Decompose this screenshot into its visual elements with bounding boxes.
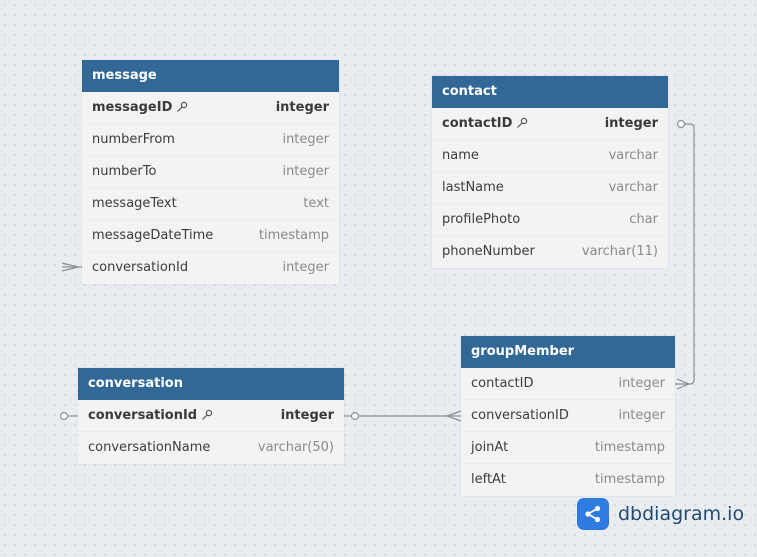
field-name: numberTo [92, 164, 157, 179]
field-type: integer [280, 408, 334, 423]
field-row[interactable]: joinAt timestamp [461, 432, 675, 464]
field-type: integer [282, 164, 329, 179]
field-row[interactable]: messageID integer [82, 92, 339, 124]
relation-contact-groupmember[interactable] [675, 119, 695, 390]
table-contact[interactable]: contact contactID integer name varchar l… [432, 76, 668, 268]
field-row[interactable]: lastName varchar [432, 172, 668, 204]
field-type: integer [618, 408, 665, 423]
field-name: name [442, 148, 479, 163]
relation-message-conversation[interactable] [61, 262, 82, 272]
key-icon [201, 402, 213, 434]
table-header[interactable]: conversation [78, 368, 344, 400]
table-message[interactable]: message messageID integer numberFrom int… [82, 60, 339, 284]
field-row[interactable]: contactID integer [461, 368, 675, 400]
field-name: conversationId [92, 260, 189, 275]
field-type: integer [275, 100, 329, 115]
key-icon [176, 94, 188, 126]
table-header[interactable]: contact [432, 76, 668, 108]
field-row[interactable]: messageDateTime timestamp [82, 220, 339, 252]
field-name: profilePhoto [442, 212, 521, 227]
brand-watermark[interactable]: dbdiagram.io [577, 498, 744, 530]
table-header[interactable]: groupMember [461, 336, 675, 368]
field-row[interactable]: conversationId integer [82, 252, 339, 284]
field-name: conversationName [88, 440, 211, 455]
field-type: timestamp [258, 228, 329, 243]
field-type: integer [282, 260, 329, 275]
table-conversation[interactable]: conversation conversationId integer conv… [78, 368, 344, 464]
field-type: timestamp [594, 472, 665, 487]
field-row[interactable]: conversationName varchar(50) [78, 432, 344, 464]
field-name: messageID [92, 100, 173, 115]
field-row[interactable]: contactID integer [432, 108, 668, 140]
field-row[interactable]: name varchar [432, 140, 668, 172]
field-row[interactable]: profilePhoto char [432, 204, 668, 236]
relation-conversation-groupmember[interactable] [344, 410, 462, 422]
field-name: lastName [442, 180, 504, 195]
field-row[interactable]: phoneNumber varchar(11) [432, 236, 668, 268]
field-name: contactID [471, 376, 534, 391]
field-row[interactable]: messageText text [82, 188, 339, 220]
field-name: conversationID [471, 408, 569, 423]
field-type: integer [604, 116, 658, 131]
field-row[interactable]: leftAt timestamp [461, 464, 675, 496]
field-name: leftAt [471, 472, 506, 487]
share-icon [577, 498, 609, 530]
field-name: messageText [92, 196, 177, 211]
relation-conversation-left-stub[interactable] [59, 411, 79, 421]
field-row[interactable]: numberFrom integer [82, 124, 339, 156]
field-type: integer [282, 132, 329, 147]
brand-name: dbdiagram.io [618, 503, 745, 525]
field-type: integer [618, 376, 665, 391]
field-type: varchar [608, 180, 658, 195]
field-name: conversationId [88, 408, 198, 423]
field-name: contactID [442, 116, 513, 131]
field-type: text [303, 196, 329, 211]
field-type: varchar(50) [257, 440, 334, 455]
field-type: char [629, 212, 658, 227]
field-name: messageDateTime [92, 228, 214, 243]
field-name: numberFrom [92, 132, 175, 147]
key-icon [516, 110, 528, 142]
table-groupmember[interactable]: groupMember contactID integer conversati… [461, 336, 675, 496]
field-type: varchar [608, 148, 658, 163]
field-name: joinAt [471, 440, 509, 455]
field-row[interactable]: conversationID integer [461, 400, 675, 432]
table-header[interactable]: message [82, 60, 339, 92]
field-type: varchar(11) [581, 244, 658, 259]
field-row[interactable]: conversationId integer [78, 400, 344, 432]
field-row[interactable]: numberTo integer [82, 156, 339, 188]
field-name: phoneNumber [442, 244, 535, 259]
field-type: timestamp [594, 440, 665, 455]
